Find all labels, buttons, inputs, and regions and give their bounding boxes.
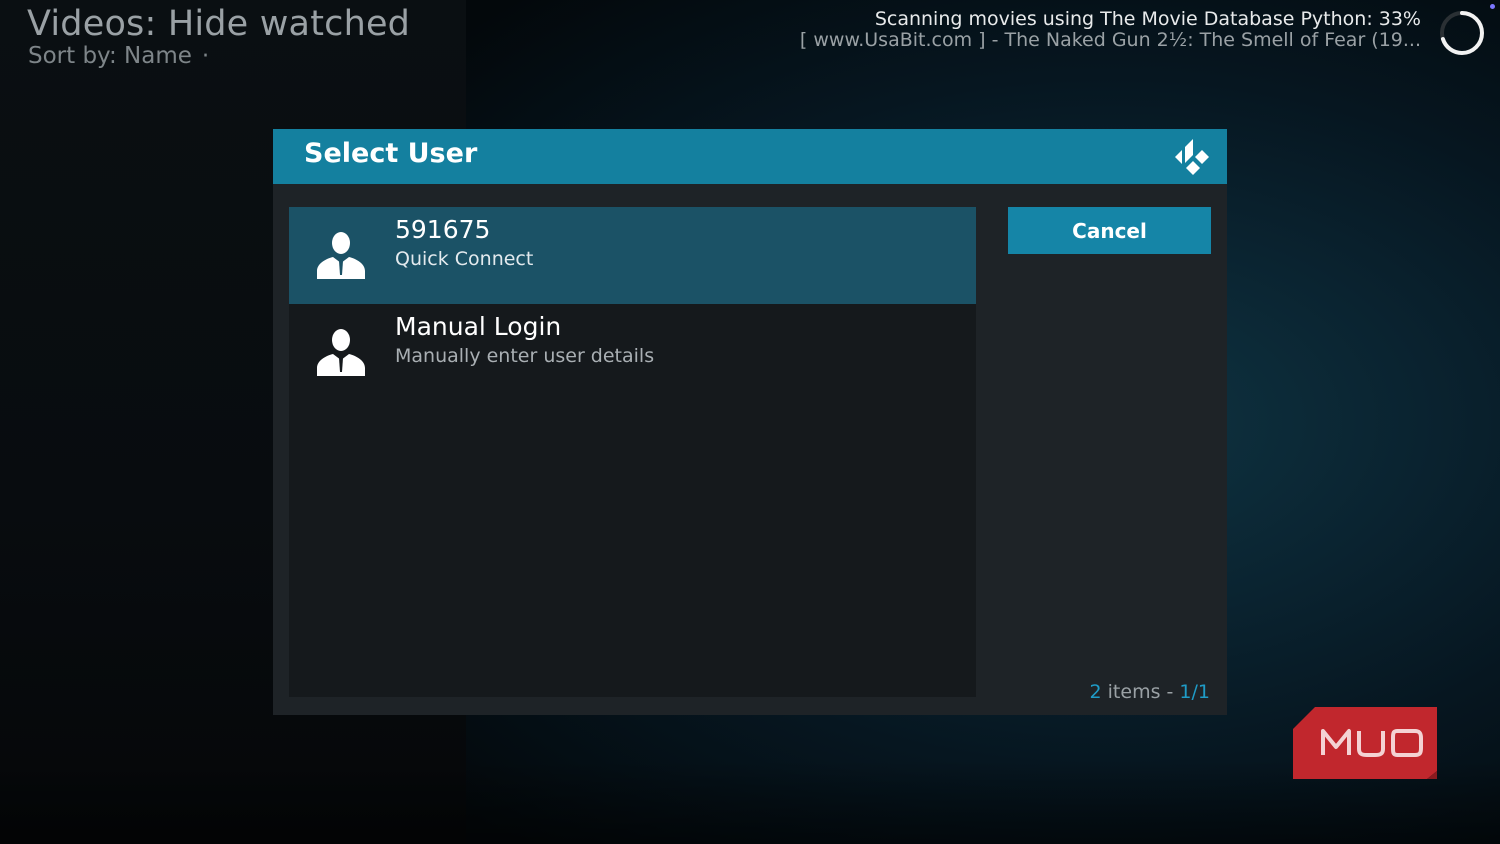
status-dot (1490, 4, 1495, 9)
user-icon (317, 329, 365, 376)
sort-indicator: Sort by: Name · (28, 43, 209, 69)
cancel-button[interactable]: Cancel (1008, 207, 1211, 254)
select-user-dialog: Select User 591675 Quick Connect Manual (273, 129, 1227, 715)
kodi-logo-icon (1175, 139, 1209, 175)
user-name: Manual Login (395, 312, 562, 341)
scan-current-item: [ www.UsaBit.com ] - The Naked Gun 2½: T… (799, 29, 1421, 51)
scan-status-text: Scanning movies using The Movie Database… (874, 8, 1421, 30)
sort-separator: · (201, 43, 210, 69)
page-indicator: 1/1 (1179, 681, 1210, 703)
muo-watermark-logo (1293, 707, 1437, 779)
item-count: 2 items - 1/1 (1090, 681, 1210, 703)
user-subtitle: Quick Connect (395, 248, 534, 270)
page-title: Videos: Hide watched (27, 4, 411, 44)
item-count-text: items - (1101, 681, 1180, 703)
user-list-item-manual-login[interactable]: Manual Login Manually enter user details (289, 304, 976, 401)
sort-label: Sort by: Name (28, 43, 192, 69)
user-list: 591675 Quick Connect Manual Login Manual… (289, 207, 976, 697)
user-list-item-quick-connect[interactable]: 591675 Quick Connect (289, 207, 976, 304)
busy-spinner-icon (1440, 11, 1484, 55)
dialog-title: Select User (304, 138, 478, 169)
user-subtitle: Manually enter user details (395, 345, 655, 367)
user-name: 591675 (395, 215, 491, 244)
background-fade (0, 760, 1500, 844)
dialog-header: Select User (273, 129, 1227, 184)
item-count-number: 2 (1089, 681, 1102, 703)
user-icon (317, 232, 365, 279)
